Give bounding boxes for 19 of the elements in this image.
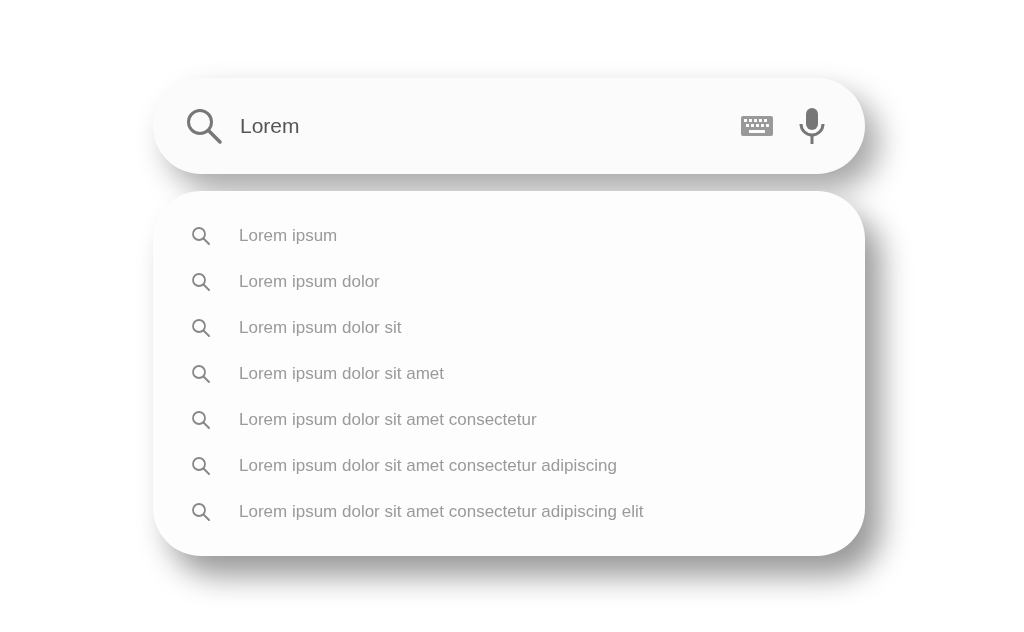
- search-icon: [191, 318, 211, 338]
- search-icon: [191, 364, 211, 384]
- suggestion-item[interactable]: Lorem ipsum: [191, 213, 346, 259]
- search-icon: [191, 456, 211, 476]
- keyboard-icon[interactable]: [741, 116, 773, 136]
- suggestion-item[interactable]: Lorem ipsum dolor sit: [191, 305, 410, 351]
- search-icon: [191, 410, 211, 430]
- suggestion-item[interactable]: Lorem ipsum dolor sit amet consectetur adipiscing: [191, 443, 625, 489]
- search-input[interactable]: Lorem: [240, 106, 733, 146]
- search-icon: [185, 107, 223, 145]
- search-icon: [191, 272, 211, 292]
- search-icon: [191, 502, 211, 522]
- suggestion-item[interactable]: Lorem ipsum dolor: [191, 259, 388, 305]
- suggestion-item[interactable]: Lorem ipsum dolor sit amet consectetur: [191, 397, 545, 443]
- search-icon: [191, 226, 211, 246]
- suggestion-item[interactable]: Lorem ipsum dolor sit amet consectetur adipiscing elit: [191, 489, 652, 535]
- microphone-icon[interactable]: [799, 107, 825, 145]
- suggestion-item[interactable]: Lorem ipsum dolor sit amet: [191, 351, 453, 397]
- search-field[interactable]: Lorem: [153, 78, 865, 174]
